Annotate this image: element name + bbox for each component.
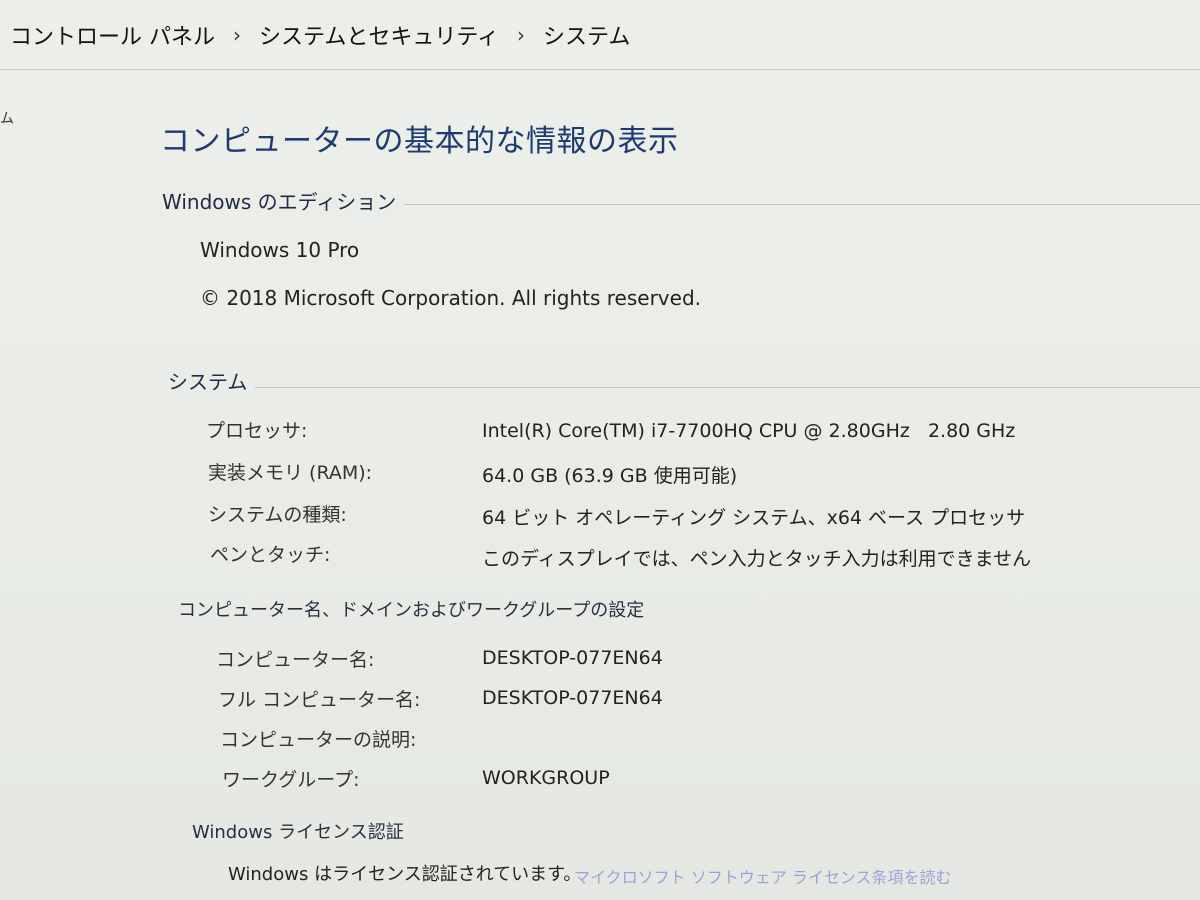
chevron-right-icon: ›	[233, 22, 241, 47]
computer-name-label: コンピューター名:	[216, 649, 375, 671]
section-heading-edition-text: Windows のエディション	[162, 190, 397, 214]
section-heading-computer: コンピューター名、ドメインおよびワークグループの設定	[178, 596, 644, 622]
divider	[255, 387, 1200, 388]
section-heading-system-text: システム	[168, 370, 248, 394]
computer-description-label: コンピューターの説明:	[220, 729, 417, 751]
system-type-value: 64 ビット オペレーティング システム、x64 ベース プロセッサ	[482, 507, 1026, 529]
section-heading-system: システム	[168, 366, 1200, 395]
system-type-label: システムの種類:	[208, 504, 347, 526]
page-title: コンピューターの基本的な情報の表示	[160, 124, 679, 159]
left-pane-text: ム	[0, 111, 14, 127]
pen-touch-value: このディスプレイでは、ペン入力とタッチ入力は利用できません	[482, 548, 1032, 570]
section-heading-license-text: Windows ライセンス認証	[192, 822, 404, 843]
edition-name: Windows 10 Pro	[200, 238, 360, 262]
ram-label: 実装メモリ (RAM):	[208, 462, 373, 484]
breadcrumb-system-security[interactable]: システムとセキュリティ	[259, 19, 499, 51]
full-computer-name-value: DESKTOP-077EN64	[482, 687, 663, 709]
workgroup-label: ワークグループ:	[222, 769, 360, 791]
license-status: Windows はライセンス認証されています。	[228, 864, 582, 885]
section-heading-computer-text: コンピューター名、ドメインおよびワークグループの設定	[178, 600, 645, 621]
breadcrumb-control-panel[interactable]: コントロール パネル	[10, 19, 215, 51]
processor-label: プロセッサ:	[206, 420, 308, 442]
section-heading-edition: Windows のエディション	[162, 186, 1200, 215]
divider	[404, 204, 1200, 205]
license-terms-link[interactable]: マイクロソフト ソフトウェア ライセンス条項を読む	[574, 864, 952, 888]
section-heading-license: Windows ライセンス認証	[192, 818, 404, 844]
pen-touch-label: ペンとタッチ:	[210, 544, 331, 566]
chevron-right-icon: ›	[517, 22, 526, 47]
computer-name-value: DESKTOP-077EN64	[482, 647, 663, 669]
breadcrumb-system[interactable]: システム	[543, 19, 630, 51]
workgroup-value: WORKGROUP	[482, 767, 610, 789]
processor-value: Intel(R) Core(TM) i7-7700HQ CPU @ 2.80GH…	[482, 420, 1016, 442]
ram-value: 64.0 GB (63.9 GB 使用可能)	[482, 465, 738, 487]
full-computer-name-label: フル コンピューター名:	[218, 689, 421, 711]
breadcrumb: コントロール パネル › システムとセキュリティ › システム	[0, 0, 1200, 70]
edition-copyright: © 2018 Microsoft Corporation. All rights…	[200, 286, 701, 310]
